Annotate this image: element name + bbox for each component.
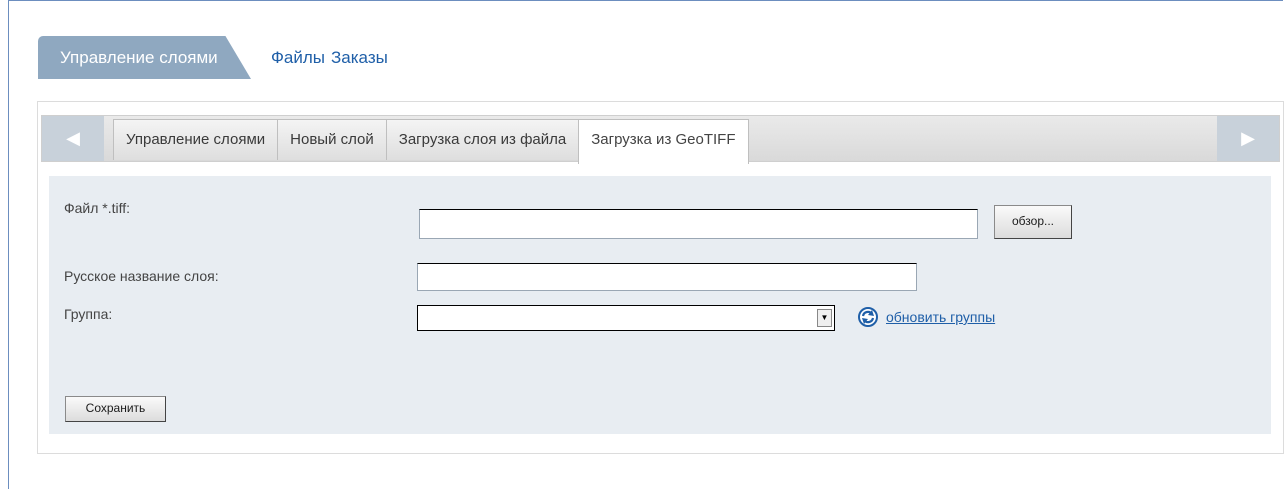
tab-upload-layer-from-file[interactable]: Загрузка слоя из файла: [385, 119, 580, 160]
tab-list: Управление слоями Новый слой Загрузка сл…: [113, 119, 749, 164]
arrow-right-icon: ▶: [1241, 128, 1255, 148]
group-label: Группа:: [64, 306, 113, 322]
browse-button[interactable]: обзор...: [994, 205, 1072, 239]
tab-bar: ◀ Управление слоями Новый слой Загрузка …: [41, 115, 1280, 164]
topnav-layer-management[interactable]: Управление слоями: [38, 36, 251, 79]
topnav-files-link[interactable]: Файлы: [271, 48, 325, 68]
layer-name-label: Русское название слоя:: [64, 268, 219, 284]
save-button[interactable]: Сохранить: [65, 396, 166, 422]
refresh-groups-link[interactable]: обновить группы: [886, 309, 995, 325]
tab-scroll-right-button[interactable]: ▶: [1217, 116, 1279, 161]
chevron-down-icon[interactable]: ▼: [817, 309, 832, 327]
refresh-groups[interactable]: обновить группы: [858, 307, 995, 327]
refresh-icon: [858, 307, 878, 327]
topnav-orders-link[interactable]: Заказы: [331, 48, 388, 68]
tab-new-layer[interactable]: Новый слой: [277, 119, 387, 160]
tab-scroll-left-button[interactable]: ◀: [42, 116, 104, 161]
main-panel: ◀ Управление слоями Новый слой Загрузка …: [37, 101, 1284, 454]
tab-upload-geotiff[interactable]: Загрузка из GeoTIFF: [578, 119, 749, 164]
file-input[interactable]: [419, 209, 978, 239]
arrow-left-icon: ◀: [66, 128, 80, 148]
top-navigation: Управление слоями Файлы Заказы: [38, 36, 388, 79]
form-area: Файл *.tiff: обзор... Русское название с…: [49, 176, 1271, 434]
group-select[interactable]: ▼: [417, 305, 835, 331]
tab-layer-management[interactable]: Управление слоями: [113, 119, 279, 160]
layer-name-input[interactable]: [417, 263, 917, 291]
file-label: Файл *.tiff:: [64, 200, 131, 216]
